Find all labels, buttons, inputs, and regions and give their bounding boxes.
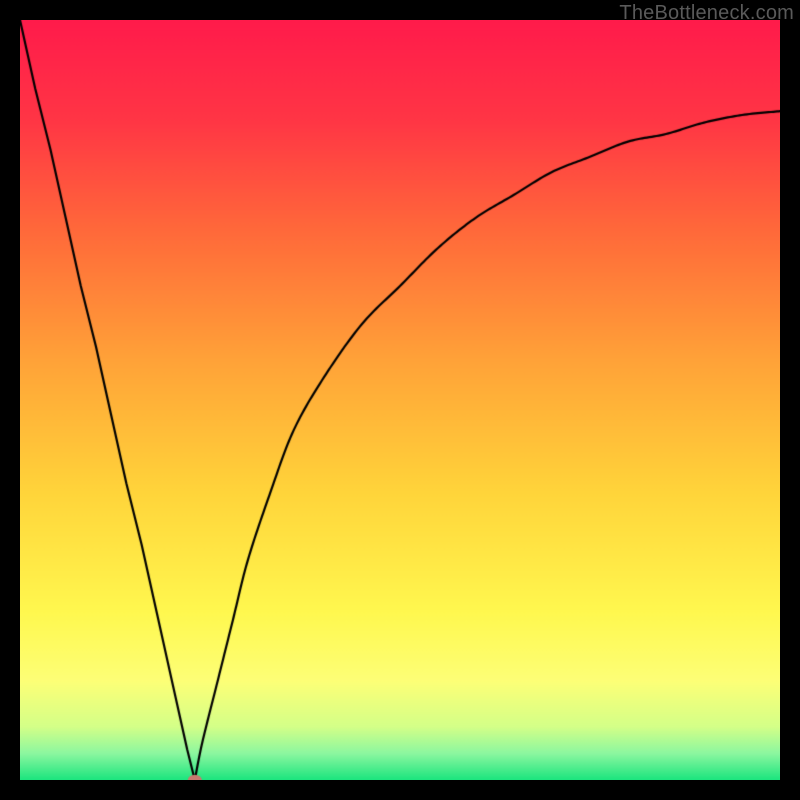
chart-frame: TheBottleneck.com (0, 0, 800, 800)
watermark-text: TheBottleneck.com (619, 2, 794, 25)
bottleneck-chart-canvas (20, 20, 780, 780)
